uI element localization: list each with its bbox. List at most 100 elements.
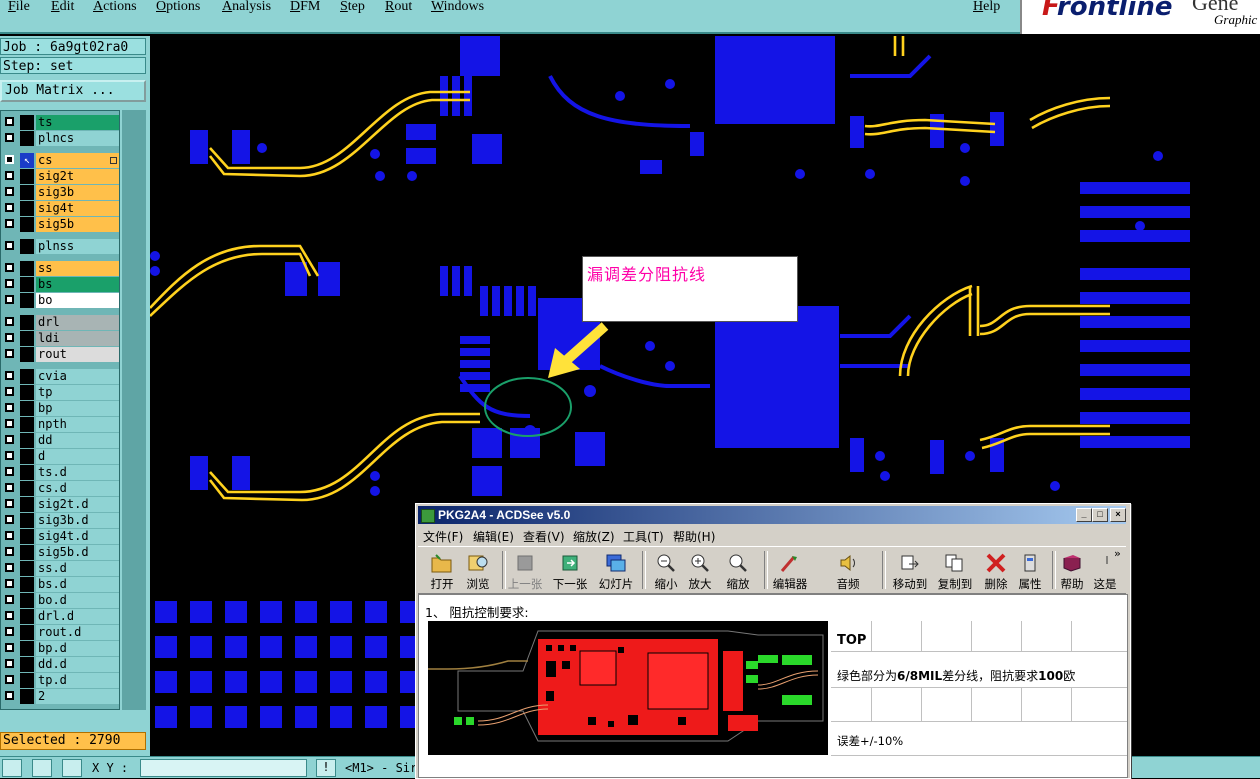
prev-image-button[interactable]: 上一张 <box>503 549 547 593</box>
menu-edit[interactable]: Edit <box>51 0 74 15</box>
layer-checkbox[interactable] <box>5 403 14 412</box>
layer-name[interactable]: cs <box>36 153 119 168</box>
browse-button[interactable]: 浏览 <box>456 549 500 593</box>
job-matrix-button[interactable]: Job Matrix ... <box>0 80 146 102</box>
layer-row[interactable]: sig3b.d <box>3 513 119 528</box>
zoom-button[interactable]: 缩放 <box>716 549 760 593</box>
layer-checkbox[interactable] <box>5 547 14 556</box>
layer-row[interactable]: plncs <box>3 131 119 146</box>
layer-row[interactable]: dd <box>3 433 119 448</box>
layer-row[interactable]: rout.d <box>3 625 119 640</box>
layer-checkbox[interactable] <box>5 419 14 428</box>
layer-row[interactable]: bp <box>3 401 119 416</box>
layer-name[interactable]: sig4t.d <box>36 529 119 544</box>
layer-name[interactable]: sig2t.d <box>36 497 119 512</box>
chevron-right-icon[interactable]: » <box>1114 547 1121 560</box>
layer-name[interactable]: cs.d <box>36 481 119 496</box>
layer-checkbox[interactable] <box>5 133 14 142</box>
layer-scrollbar[interactable] <box>122 110 146 710</box>
editor-button[interactable]: 编辑器 <box>768 549 812 593</box>
layer-checkbox[interactable] <box>5 187 14 196</box>
layer-checkbox[interactable] <box>5 499 14 508</box>
layer-checkbox[interactable] <box>5 595 14 604</box>
layer-name[interactable]: ts <box>36 115 119 130</box>
layer-row[interactable]: ss <box>3 261 119 276</box>
layer-name[interactable]: rout.d <box>36 625 119 640</box>
layer-checkbox[interactable] <box>5 467 14 476</box>
layer-name[interactable]: drl.d <box>36 609 119 624</box>
layer-row[interactable]: sig2t <box>3 169 119 184</box>
grid-tool-icon[interactable] <box>62 759 82 777</box>
slideshow-button[interactable]: 幻灯片 <box>594 549 638 593</box>
layer-name[interactable]: tp.d <box>36 673 119 688</box>
layer-name[interactable]: sig5b <box>36 217 119 232</box>
layer-name[interactable]: 2 <box>36 689 119 704</box>
audio-button[interactable]: 音频 <box>826 549 870 593</box>
layer-row[interactable]: sig2t.d <box>3 497 119 512</box>
acd-menu-zoom[interactable]: 缩放(Z) <box>573 528 615 545</box>
menu-rout[interactable]: Rout <box>385 0 412 15</box>
acd-menu-file[interactable]: 文件(F) <box>423 528 463 545</box>
layer-row[interactable]: bp.d <box>3 641 119 656</box>
copy-to-button[interactable]: 复制到 <box>933 549 977 593</box>
properties-button[interactable]: 属性 <box>1008 549 1052 593</box>
layer-name[interactable]: bo <box>36 293 119 308</box>
layer-name[interactable]: bs.d <box>36 577 119 592</box>
layer-row[interactable]: rout <box>3 347 119 362</box>
acdsee-image-view[interactable]: 1、 阻抗控制要求: TOP 绿色部分为6/8MIL差分线，阻抗要求100欧 误… <box>418 594 1128 778</box>
menu-actions[interactable]: Actions <box>93 0 137 15</box>
layer-name[interactable]: bs <box>36 277 119 292</box>
layer-name[interactable]: npth <box>36 417 119 432</box>
layer-row[interactable]: bs <box>3 277 119 292</box>
layer-name[interactable]: tp <box>36 385 119 400</box>
layer-row[interactable]: drl.d <box>3 609 119 624</box>
layer-row[interactable]: ss.d <box>3 561 119 576</box>
layer-row[interactable]: sig5b <box>3 217 119 232</box>
acd-menu-view[interactable]: 查看(V) <box>523 528 565 545</box>
layer-name[interactable]: bp <box>36 401 119 416</box>
layer-name[interactable]: drl <box>36 315 119 330</box>
layer-name[interactable]: sig4t <box>36 201 119 216</box>
menu-windows[interactable]: Windows <box>431 0 484 15</box>
layer-row[interactable]: cvia <box>3 369 119 384</box>
menu-dfm[interactable]: DFM <box>290 0 320 15</box>
layer-checkbox[interactable] <box>5 295 14 304</box>
layer-name[interactable]: ss.d <box>36 561 119 576</box>
layer-name[interactable]: bp.d <box>36 641 119 656</box>
layer-checkbox[interactable] <box>5 659 14 668</box>
layer-row[interactable]: ldi <box>3 331 119 346</box>
layer-checkbox[interactable] <box>5 241 14 250</box>
layer-checkbox[interactable] <box>5 219 14 228</box>
minimize-button[interactable]: _ <box>1076 508 1092 522</box>
zoom-tool-icon[interactable] <box>32 759 52 777</box>
layer-name[interactable]: ldi <box>36 331 119 346</box>
layer-name[interactable]: d <box>36 449 119 464</box>
maximize-button[interactable]: □ <box>1092 508 1108 522</box>
menu-analysis[interactable]: Analysis <box>222 0 271 15</box>
layer-checkbox[interactable] <box>5 387 14 396</box>
layer-row[interactable]: npth <box>3 417 119 432</box>
layer-row[interactable]: bo.d <box>3 593 119 608</box>
layer-row[interactable]: cs.d <box>3 481 119 496</box>
layer-name[interactable]: dd.d <box>36 657 119 672</box>
acd-menu-help[interactable]: 帮助(H) <box>673 528 715 545</box>
menu-step[interactable]: Step <box>340 0 365 15</box>
layer-checkbox[interactable] <box>5 117 14 126</box>
layer-row[interactable]: dd.d <box>3 657 119 672</box>
layer-name[interactable]: sig3b <box>36 185 119 200</box>
layer-checkbox[interactable] <box>5 349 14 358</box>
layer-checkbox[interactable] <box>5 563 14 572</box>
layer-checkbox[interactable] <box>5 483 14 492</box>
layer-name[interactable]: sig3b.d <box>36 513 119 528</box>
next-image-button[interactable]: 下一张 <box>548 549 592 593</box>
acd-menu-tools[interactable]: 工具(T) <box>623 528 664 545</box>
layer-name[interactable]: plnss <box>36 239 119 254</box>
layer-row[interactable]: drl <box>3 315 119 330</box>
menu-help[interactable]: Help <box>973 0 1000 15</box>
layer-checkbox[interactable] <box>5 531 14 540</box>
layer-checkbox[interactable] <box>5 435 14 444</box>
layer-checkbox[interactable] <box>5 627 14 636</box>
layer-row[interactable]: 2 <box>3 689 119 704</box>
layer-name[interactable]: sig2t <box>36 169 119 184</box>
layer-row[interactable]: bo <box>3 293 119 308</box>
